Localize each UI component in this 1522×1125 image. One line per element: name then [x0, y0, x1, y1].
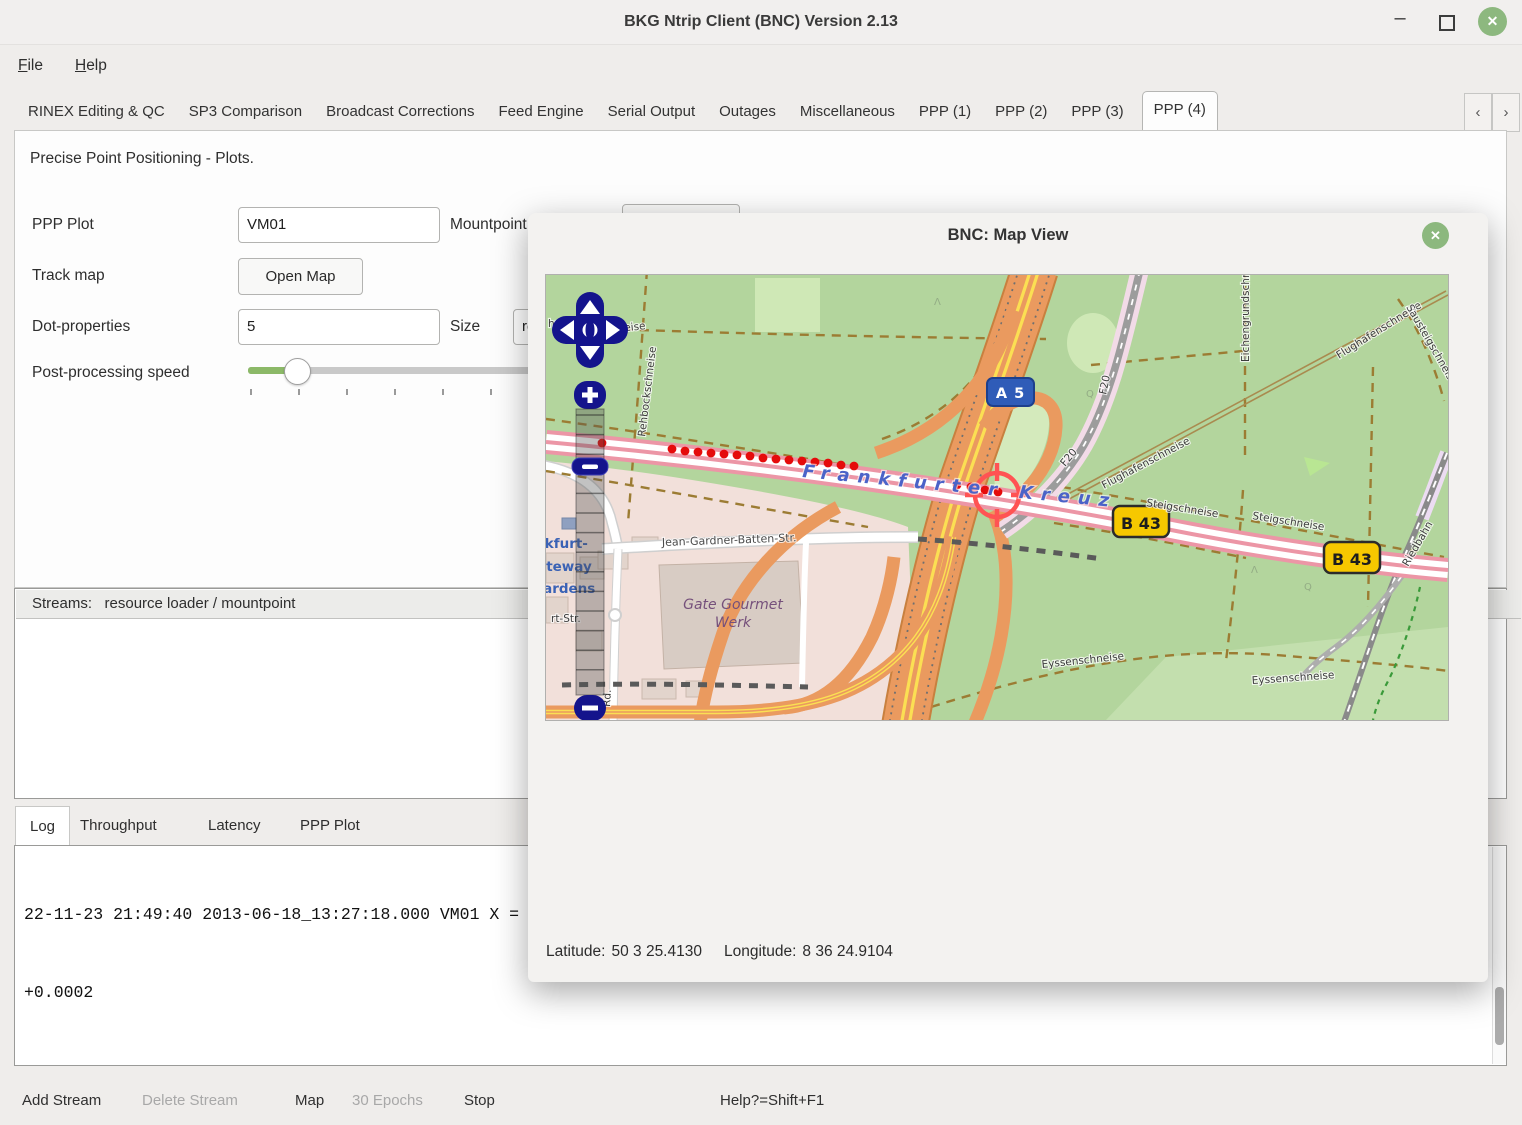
maximize-icon — [1439, 15, 1455, 31]
close-window-button[interactable]: ✕ — [1478, 7, 1507, 36]
delete-stream-button: Delete Stream — [142, 1092, 238, 1109]
ppp-plot-input[interactable]: VM01 — [238, 207, 440, 243]
longitude-value: 8 36 24.9104 — [802, 943, 893, 960]
tab-rinex-editing-qc[interactable]: RINEX Editing & QC — [28, 93, 165, 131]
a5-road-sign: A 5 — [987, 378, 1034, 406]
slider-tick — [298, 389, 300, 395]
map-svg[interactable]: Λ Q Λ Q A 5 B 43 — [546, 275, 1448, 720]
tab-scroll-left-button[interactable]: ‹ — [1464, 93, 1492, 132]
tab-scroll-right-button[interactable]: › — [1492, 93, 1520, 132]
ppp-plot-tab[interactable]: PPP Plot — [300, 817, 360, 834]
log-line: +0.0002 — [24, 980, 1430, 1006]
menu-help[interactable]: Help — [75, 57, 107, 75]
log-scrollbar[interactable] — [1492, 847, 1507, 1064]
svg-text:Λ: Λ — [934, 297, 941, 308]
tab-ppp-2[interactable]: PPP (2) — [995, 93, 1047, 131]
svg-text:Λ: Λ — [1251, 565, 1258, 576]
map-zoom-control[interactable] — [572, 381, 608, 720]
slider-tick — [442, 389, 444, 395]
slider-tick — [490, 389, 492, 395]
tab-broadcast-corrections[interactable]: Broadcast Corrections — [326, 93, 474, 131]
tab-ppp-4[interactable]: PPP (4) — [1142, 91, 1218, 131]
stop-button[interactable]: Stop — [464, 1092, 495, 1109]
help-hint: Help?=Shift+F1 — [720, 1092, 824, 1109]
window-title: BKG Ntrip Client (BNC) Version 2.13 — [0, 0, 1522, 44]
bnc-window: BKG Ntrip Client (BNC) Version 2.13 – ✕ … — [0, 0, 1522, 1125]
tab-miscellaneous[interactable]: Miscellaneous — [800, 93, 895, 131]
tab-serial-output[interactable]: Serial Output — [608, 93, 696, 131]
latency-tab[interactable]: Latency — [208, 817, 261, 834]
maximize-button[interactable] — [1432, 8, 1460, 36]
throughput-tab[interactable]: Throughput — [80, 817, 157, 834]
svg-text:A 5: A 5 — [996, 386, 1025, 402]
latitude-value: 50 3 25.4130 — [611, 943, 702, 960]
tab-ppp-1[interactable]: PPP (1) — [919, 93, 971, 131]
menu-file[interactable]: File — [18, 57, 43, 75]
epochs-button: 30 Epochs — [352, 1092, 423, 1109]
b43-road-sign-2: B 43 — [1324, 542, 1380, 573]
close-dialog-button[interactable]: ✕ — [1422, 222, 1449, 249]
tab-scroll-buttons: ‹ › — [1464, 93, 1520, 132]
dialog-title: BNC: Map View — [528, 213, 1488, 258]
log-tab[interactable]: Log — [15, 806, 70, 847]
longitude-label: Longitude: — [724, 943, 796, 960]
latitude-label: Latitude: — [546, 943, 605, 960]
add-stream-button[interactable]: Add Stream — [22, 1092, 101, 1109]
poi-label-gate-gourmet: Gate Gourmet — [683, 597, 783, 613]
map-canvas[interactable]: Λ Q Λ Q A 5 B 43 — [545, 274, 1449, 721]
svg-text:B 43: B 43 — [1121, 514, 1161, 533]
post-speed-slider-handle[interactable] — [284, 358, 311, 385]
log-scrollbar-thumb[interactable] — [1495, 987, 1504, 1045]
open-map-button[interactable]: Open Map — [238, 258, 363, 295]
pane-heading: Precise Point Positioning - Plots. — [30, 150, 254, 168]
map-button[interactable]: Map — [295, 1092, 324, 1109]
street-label-eichengrund: Eichengrundschneise — [1240, 275, 1252, 362]
log-line: 22-11-23 21:49:40 2013-06-18_13:27:19.00… — [24, 1059, 1430, 1066]
tab-bar: RINEX Editing & QC SP3 Comparison Broadc… — [0, 88, 1522, 131]
dot-properties-label: Dot-properties — [32, 318, 130, 336]
tab-outages[interactable]: Outages — [719, 93, 776, 131]
tab-ppp-3[interactable]: PPP (3) — [1071, 93, 1123, 131]
ppp-plot-label: PPP Plot — [32, 216, 94, 234]
tab-sp3-comparison[interactable]: SP3 Comparison — [189, 93, 302, 131]
svg-text:B 43: B 43 — [1332, 550, 1372, 569]
svg-text:Q: Q — [1304, 582, 1312, 593]
track-map-label: Track map — [32, 267, 105, 285]
coordinate-status: Latitude: 50 3 25.4130 Longitude: 8 36 24.9… — [546, 943, 899, 961]
map-view-dialog: BNC: Map View ✕ — [528, 213, 1488, 982]
minimize-button[interactable]: – — [1386, 4, 1414, 32]
svg-text:Q: Q — [1086, 389, 1094, 400]
dot-size-input[interactable]: 5 — [238, 309, 440, 345]
tab-feed-engine[interactable]: Feed Engine — [499, 93, 584, 131]
slider-tick — [346, 389, 348, 395]
slider-tick — [250, 389, 252, 395]
slider-tick — [394, 389, 396, 395]
menu-bar: File Help — [0, 44, 1522, 88]
size-label: Size — [450, 318, 480, 336]
post-speed-label: Post-processing speed — [32, 364, 190, 382]
poi-label-gate-gourmet-2: Werk — [715, 615, 752, 631]
